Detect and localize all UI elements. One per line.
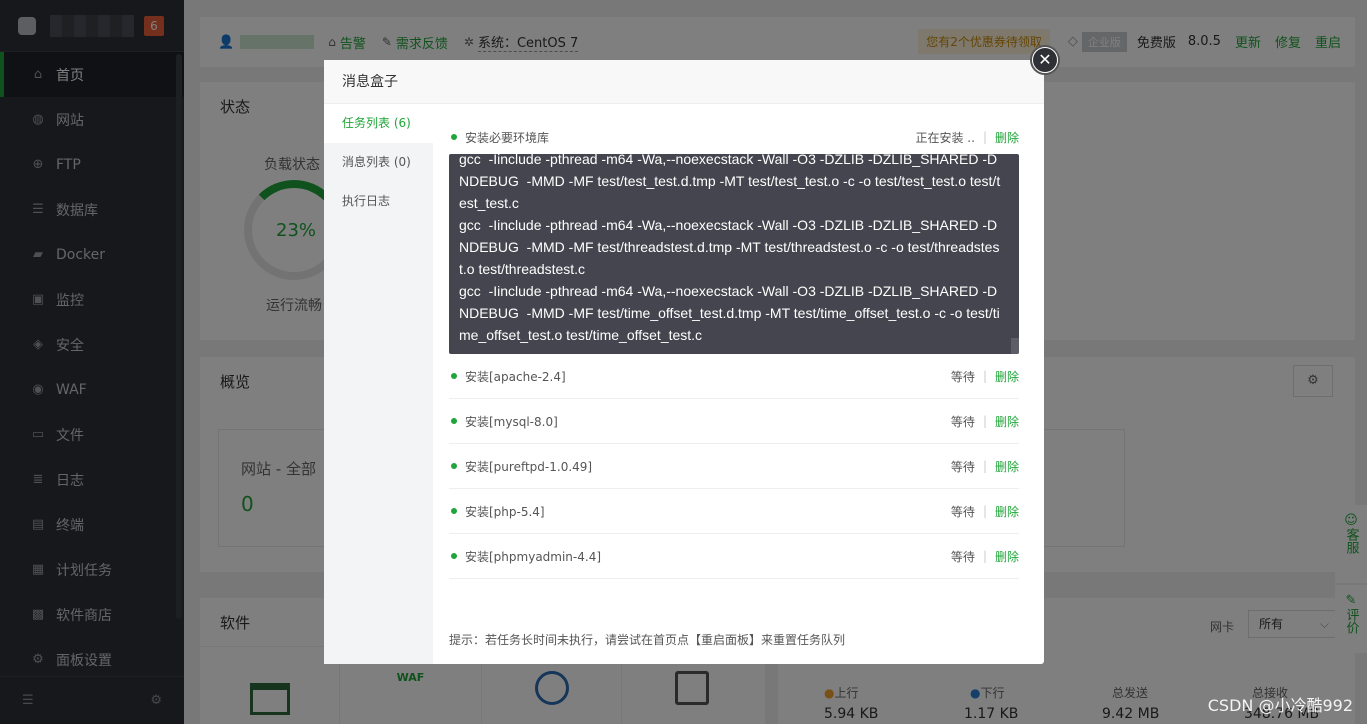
task-name: 安装必要环境库 bbox=[465, 130, 550, 145]
task-row: 安装[phpmyadmin-4.4] 等待 | 删除 bbox=[449, 534, 1019, 579]
task-name: 安装[php-5.4] bbox=[465, 504, 545, 519]
separator: | bbox=[982, 459, 987, 473]
task-name: 安装[pureftpd-1.0.49] bbox=[465, 459, 593, 474]
delete-button[interactable]: 删除 bbox=[995, 458, 1019, 475]
task-row: 安装[php-5.4] 等待 | 删除 bbox=[449, 489, 1019, 534]
task-status: 等待 bbox=[950, 414, 975, 429]
task-name: 安装[phpmyadmin-4.4] bbox=[465, 549, 602, 564]
task-row: 安装[mysql-8.0] 等待 | 删除 bbox=[449, 399, 1019, 444]
task-row-current: 安装必要环境库 正在安装 .. | 删除 bbox=[449, 118, 1019, 156]
status-dot-icon bbox=[451, 373, 457, 379]
message-box-modal: 消息盒子 任务列表 (6) 消息列表 (0) 执行日志 安装必要环境库 正在安装… bbox=[324, 60, 1044, 664]
log-line: gcc -Iinclude -pthread -m64 -Wa,--noexec… bbox=[459, 154, 1001, 211]
status-dot-icon bbox=[451, 508, 457, 514]
separator: | bbox=[982, 549, 987, 563]
tab-execution-log[interactable]: 执行日志 bbox=[324, 182, 433, 221]
status-dot-icon bbox=[451, 134, 457, 140]
task-status: 正在安装 .. bbox=[915, 130, 975, 145]
status-dot-icon bbox=[451, 463, 457, 469]
modal-title: 消息盒子 bbox=[324, 60, 1044, 104]
tab-task-list[interactable]: 任务列表 (6) bbox=[324, 104, 433, 143]
close-button[interactable]: ✕ bbox=[1030, 45, 1060, 75]
task-row: 安装[apache-2.4] 等待 | 删除 bbox=[449, 354, 1019, 399]
install-log[interactable]: gcc -Iinclude -pthread -m64 -Wa,--noexec… bbox=[449, 154, 1019, 354]
status-dot-icon bbox=[451, 553, 457, 559]
task-status: 等待 bbox=[950, 549, 975, 564]
task-name: 安装[apache-2.4] bbox=[465, 369, 566, 384]
separator: | bbox=[982, 130, 987, 144]
task-status: 等待 bbox=[950, 369, 975, 384]
watermark: CSDN @小冷酷992 bbox=[1207, 696, 1353, 715]
separator: | bbox=[982, 504, 987, 518]
log-line: gcc -Iinclude -pthread -m64 -Wa,--noexec… bbox=[459, 283, 1000, 343]
task-row: 安装[pureftpd-1.0.49] 等待 | 删除 bbox=[449, 444, 1019, 489]
status-dot-icon bbox=[451, 418, 457, 424]
delete-button[interactable]: 删除 bbox=[995, 129, 1019, 146]
separator: | bbox=[982, 369, 987, 383]
task-list: 安装必要环境库 正在安装 .. | 删除 gcc -Iinclude -pthr… bbox=[449, 124, 1019, 579]
delete-button[interactable]: 删除 bbox=[995, 548, 1019, 565]
log-line: gcc -Iinclude -pthread -m64 -Wa,--noexec… bbox=[459, 217, 1000, 277]
tip-text: 提示：若任务长时间未执行，请尝试在首页点【重启面板】来重置任务队列 bbox=[449, 633, 846, 647]
close-icon: ✕ bbox=[1033, 48, 1057, 72]
separator: | bbox=[982, 414, 987, 428]
modal-tabs: 任务列表 (6) 消息列表 (0) 执行日志 bbox=[324, 104, 433, 664]
delete-button[interactable]: 删除 bbox=[995, 368, 1019, 385]
task-name: 安装[mysql-8.0] bbox=[465, 414, 558, 429]
tab-message-list[interactable]: 消息列表 (0) bbox=[324, 143, 433, 182]
delete-button[interactable]: 删除 bbox=[995, 413, 1019, 430]
delete-button[interactable]: 删除 bbox=[995, 503, 1019, 520]
task-status: 等待 bbox=[950, 459, 975, 474]
task-status: 等待 bbox=[950, 504, 975, 519]
log-scrollbar[interactable] bbox=[1011, 338, 1019, 354]
